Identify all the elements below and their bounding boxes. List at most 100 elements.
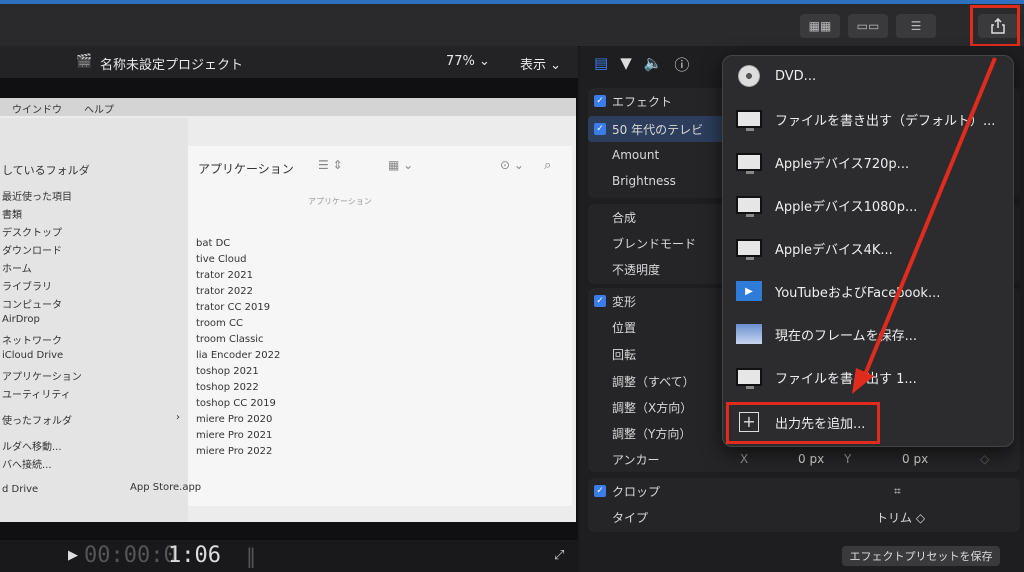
filter-icon[interactable]: ▼ (620, 54, 632, 75)
sidebar-item: 使ったフォルダ (2, 416, 72, 427)
fullscreen-icon[interactable]: ⤢ (554, 548, 564, 563)
monitor-icon (735, 150, 763, 174)
sidebar-item: 最近使った項目 (2, 192, 72, 203)
checkbox-icon[interactable]: ✓ (594, 123, 606, 135)
chevron-down-icon: ⌄ (479, 54, 490, 69)
file-item: toshop CC 2019 (196, 398, 276, 409)
crop-type-value[interactable]: トリム ◇ (876, 509, 925, 526)
scale-all-label: 調整（すべて） (612, 374, 695, 389)
file-item: troom Classic (196, 334, 264, 345)
zoom-value: 77% (446, 54, 475, 69)
finder-screenshot-frame: ウインドウ ヘルプ しているフォルダ 最近使った項目 書類 デスクトップ ダウン… (0, 98, 576, 522)
file-item: trator 2021 (196, 270, 253, 281)
keyframe-icon[interactable]: ◇ (980, 452, 989, 466)
timecode-dim: 00:00:0 (84, 543, 177, 568)
play-icon[interactable]: ▶ (68, 548, 78, 563)
menu-item-apple-4k[interactable]: Appleデバイス4K... (723, 228, 1013, 268)
composite-label: 合成 (612, 210, 637, 225)
menu-item-apple-1080p[interactable]: Appleデバイス1080p... (723, 185, 1013, 225)
menu-item-label: ファイルを書き出す（デフォルト）... (775, 113, 996, 129)
viewer-footer: ▶ 00:00:0 1:06 ‖ ⤢ (0, 540, 578, 572)
file-list: bat DC tive Cloud trator 2021 trator 202… (130, 238, 388, 498)
anchor-x-value[interactable]: 0 px (798, 452, 824, 466)
adjust-icon: ☰ (910, 19, 922, 33)
effects-label: エフェクト (612, 94, 673, 109)
menu-item-export-1[interactable]: ファイルを書き出す 1... (723, 357, 1013, 397)
menu-item-apple-720p[interactable]: Appleデバイス720p... (723, 142, 1013, 182)
sidebar-item: iCloud Drive (2, 350, 64, 361)
sidebar-section: しているフォルダ (2, 164, 90, 177)
crop-type-label: タイプ (612, 510, 649, 525)
file-item: lia Encoder 2022 (196, 350, 281, 361)
file-item: tive Cloud (196, 254, 247, 265)
dvd-icon (735, 64, 763, 88)
file-item: troom CC (196, 318, 243, 329)
filmstrip-button[interactable]: ▭▭ (848, 14, 888, 38)
search-icon: ⌕ (544, 158, 552, 173)
monitor-icon (735, 193, 763, 217)
grid-view-button[interactable]: ▦▦ (800, 14, 840, 38)
save-preset-button[interactable]: エフェクトプリセットを保存 (842, 546, 1000, 566)
file-item: bat DC (196, 238, 231, 249)
timecode: 1:06 (168, 543, 221, 568)
tv-effect-row[interactable]: ✓ 50 年代のテレビ (588, 116, 728, 142)
sidebar-item: ユーティリティ (2, 390, 71, 401)
transform-label: 変形 (612, 294, 637, 309)
menu-item-youtube-facebook[interactable]: ▶ YouTubeおよびFacebook... (723, 271, 1013, 311)
viewer-header: 🎬 名称未設定プロジェクト 77% ⌄ 表示 ⌄ (0, 46, 578, 78)
anchor-label: アンカー (612, 452, 660, 467)
menu-item-save-frame[interactable]: 現在のフレームを保存... (723, 314, 1013, 354)
film-icon[interactable]: ▤ (594, 54, 608, 75)
adjust-button[interactable]: ☰ (896, 14, 936, 38)
file-item: miere Pro 2021 (196, 430, 273, 441)
monitor-icon (735, 365, 763, 389)
anchor-y-label: Y (844, 452, 852, 466)
brightness-label: Brightness (612, 174, 676, 188)
mac-menubar: ウインドウ ヘルプ (0, 98, 576, 116)
sidebar-item: ホーム (2, 264, 32, 275)
display-menu-label: 表示 (520, 58, 547, 73)
file-item: trator 2022 (196, 286, 253, 297)
share-menu: DVD... ファイルを書き出す（デフォルト）... Appleデバイス720p… (722, 55, 1014, 447)
share-button-highlight (970, 5, 1020, 47)
crop-header[interactable]: ✓ クロップ ⌗ (580, 478, 1024, 504)
chevron-right-icon: › (176, 412, 180, 423)
checkbox-icon[interactable]: ✓ (594, 485, 606, 497)
sidebar-item: デスクトップ (2, 228, 62, 239)
column-header: アプリケーション (308, 197, 372, 206)
zoom-menu[interactable]: 77% ⌄ (446, 54, 490, 69)
checkbox-icon[interactable]: ✓ (594, 95, 606, 107)
anchor-row[interactable]: アンカー X 0 px Y 0 px ◇ (580, 446, 1024, 472)
menu-help: ヘルプ (84, 105, 114, 116)
file-item: toshop 2022 (196, 382, 259, 393)
grid-view-icon: ▦ ⌄ (388, 158, 414, 172)
file-item: App Store.app (130, 482, 202, 493)
window-title: アプリケーション (198, 162, 294, 176)
file-item: toshop 2021 (196, 366, 259, 377)
anchor-y-value[interactable]: 0 px (902, 452, 928, 466)
menu-item-label: 現在のフレームを保存... (775, 328, 918, 344)
checkbox-icon[interactable]: ✓ (594, 295, 606, 307)
list-view-icon: ☰ ⇕ (318, 158, 343, 172)
file-item: miere Pro 2022 (196, 446, 273, 457)
crop-icon[interactable]: ⌗ (894, 484, 901, 499)
audio-icon[interactable]: 🔈 (644, 54, 663, 75)
finder-sidebar: しているフォルダ 最近使った項目 書類 デスクトップ ダウンロード ホーム ライ… (0, 118, 188, 522)
menu-item-label: Appleデバイス4K... (775, 242, 893, 258)
amount-label: Amount (612, 148, 660, 162)
film-strip-icon: ▶ (735, 279, 763, 303)
monitor-icon (735, 236, 763, 260)
menu-item-label: YouTubeおよびFacebook... (775, 285, 941, 301)
sidebar-item: ライブラリ (2, 282, 52, 293)
clapper-icon: 🎬 (76, 54, 93, 69)
menu-item-export-default[interactable]: ファイルを書き出す（デフォルト）... (723, 99, 1013, 139)
opacity-label: 不透明度 (612, 262, 661, 277)
sidebar-item: ルダへ移動... (2, 442, 62, 453)
display-menu[interactable]: 表示 ⌄ (520, 54, 561, 73)
tv-effect-label: 50 年代のテレビ (612, 122, 704, 137)
sidebar-item: AirDrop (2, 314, 40, 325)
info-icon[interactable]: ⓘ (674, 54, 689, 75)
scale-y-label: 調整（Y方向） (612, 426, 692, 441)
crop-type-row[interactable]: タイプ トリム ◇ (580, 504, 1024, 530)
menu-item-dvd[interactable]: DVD... (723, 56, 1013, 96)
